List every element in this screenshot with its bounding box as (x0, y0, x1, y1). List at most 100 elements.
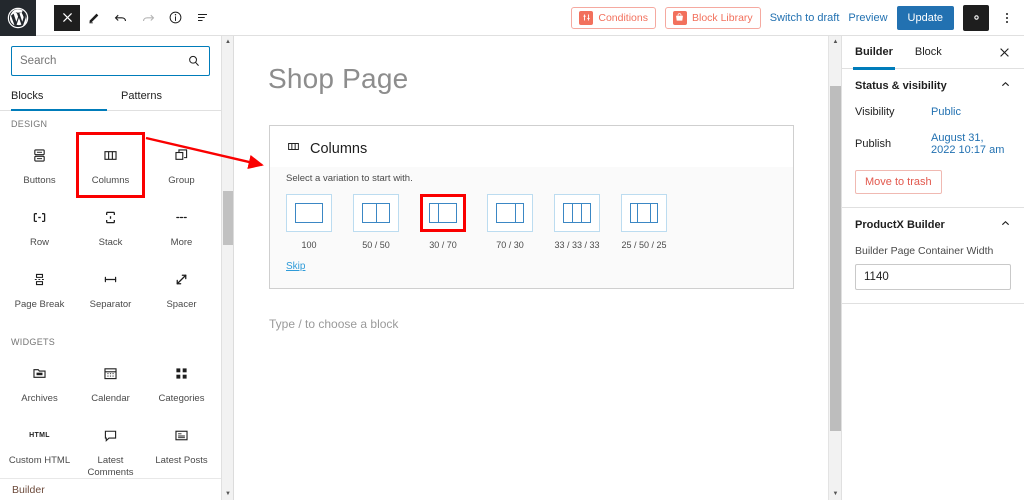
columns-icon (286, 139, 301, 159)
settings-gear-icon[interactable] (963, 4, 989, 31)
block-item-custom-html[interactable]: HTML Custom HTML (4, 413, 75, 487)
wordpress-logo-icon[interactable] (0, 0, 36, 36)
block-item-latest-comments[interactable]: Latest Comments (75, 413, 146, 487)
variation-columns-graphic (496, 203, 524, 223)
editor-scrollbar-thumb[interactable] (830, 86, 841, 431)
block-item-more[interactable]: More (146, 195, 217, 257)
tab-builder-label: Builder (855, 46, 893, 58)
block-label: Separator (89, 299, 132, 310)
tab-block-label: Block (914, 46, 942, 58)
variation-30-70[interactable]: 30 / 70 (420, 194, 466, 250)
variation-columns-graphic (429, 203, 457, 223)
variation-label: 100 (301, 240, 317, 250)
editor-scrollbar[interactable]: ▲ ▼ (828, 36, 841, 500)
publish-value[interactable]: August 31, 2022 10:17 am (931, 132, 1011, 156)
variation-preview (554, 194, 600, 232)
search-box[interactable] (11, 46, 210, 76)
variation-preview-selected (420, 194, 466, 232)
close-sidebar-icon[interactable] (998, 46, 1011, 59)
variation-columns-graphic (295, 203, 323, 223)
close-editor-button[interactable] (54, 4, 80, 31)
variation-list: 100 50 / 50 30 / 70 70 / 30 33 / 33 / 33… (286, 194, 777, 250)
variation-100[interactable]: 100 (286, 194, 332, 250)
block-item-archives[interactable]: Archives (4, 351, 75, 413)
preview-button[interactable]: Preview (848, 12, 887, 24)
calendar-icon (102, 361, 119, 385)
status-visibility-title: Status & visibility (855, 80, 947, 92)
empty-block-placeholder[interactable]: Type / to choose a block (235, 289, 828, 331)
variation-33-33-33[interactable]: 33 / 33 / 33 (554, 194, 600, 250)
undo-button[interactable] (108, 5, 134, 31)
tab-patterns[interactable]: Patterns (121, 84, 162, 110)
variation-columns-graphic (563, 203, 591, 223)
variation-preview (621, 194, 667, 232)
inserter-scrollbar[interactable]: ▲ ▼ (222, 36, 234, 500)
variation-columns-graphic (362, 203, 390, 223)
block-label: Page Break (14, 299, 65, 310)
columns-block-card[interactable]: Columns Select a variation to start with… (269, 125, 794, 289)
editor-canvas: Shop Page Columns Select a variation to … (235, 36, 828, 500)
conditions-label: Conditions (598, 11, 648, 24)
page-title[interactable]: Shop Page (235, 36, 828, 95)
category-design-label: DESIGN (11, 119, 48, 129)
block-label: Custom HTML (8, 455, 71, 466)
design-block-grid: Buttons Columns Group Row Stack More Pag… (0, 133, 221, 319)
variation-preview (487, 194, 533, 232)
update-button[interactable]: Update (896, 5, 954, 30)
block-item-separator[interactable]: Separator (75, 257, 146, 319)
productx-builder-section: ProductX Builder Builder Page Container … (842, 208, 1024, 304)
block-item-latest-posts[interactable]: Latest Posts (146, 413, 217, 487)
tab-builder[interactable]: Builder (853, 36, 895, 70)
inserter-scrollbar-thumb[interactable] (223, 191, 233, 245)
move-to-trash-button[interactable]: Move to trash (855, 170, 942, 194)
tab-blocks[interactable]: Blocks (11, 84, 121, 111)
inserter-tabs: Blocks Patterns (0, 84, 221, 111)
productx-builder-header[interactable]: ProductX Builder (855, 218, 1011, 232)
block-item-stack[interactable]: Stack (75, 195, 146, 257)
tab-block[interactable]: Block (915, 36, 942, 69)
block-item-calendar[interactable]: Calendar (75, 351, 146, 413)
chevron-up-icon[interactable] (1000, 79, 1011, 93)
columns-icon (102, 143, 119, 167)
publish-label: Publish (855, 138, 892, 150)
block-item-group[interactable]: Group (146, 133, 217, 195)
visibility-value[interactable]: Public (931, 106, 961, 118)
categories-grid-icon (173, 361, 190, 385)
search-area (0, 36, 221, 84)
columns-block-title: Columns (310, 141, 368, 157)
redo-button[interactable] (135, 5, 161, 31)
status-visibility-header[interactable]: Status & visibility (855, 79, 1011, 93)
switch-to-draft-button[interactable]: Switch to draft (770, 12, 840, 24)
variation-50-50[interactable]: 50 / 50 (353, 194, 399, 250)
variation-25-50-25[interactable]: 25 / 50 / 25 (621, 194, 667, 250)
edit-mode-button[interactable] (81, 5, 107, 31)
block-item-buttons[interactable]: Buttons (4, 133, 75, 195)
list-view-button[interactable] (189, 5, 215, 31)
block-item-row[interactable]: Row (4, 195, 75, 257)
more-icon (173, 205, 190, 229)
scroll-down-arrow-icon[interactable]: ▼ (222, 488, 234, 500)
block-item-columns[interactable]: Columns (75, 133, 146, 195)
skip-link[interactable]: Skip (286, 261, 305, 272)
variation-label: 33 / 33 / 33 (554, 240, 600, 250)
chevron-up-icon[interactable] (1000, 218, 1011, 232)
more-options-button[interactable] (998, 5, 1016, 31)
block-item-page-break[interactable]: Page Break (4, 257, 75, 319)
variation-70-30[interactable]: 70 / 30 (487, 194, 533, 250)
search-magnifier-icon (187, 54, 209, 68)
variation-label: 70 / 30 (496, 240, 524, 250)
container-width-input[interactable] (855, 264, 1011, 290)
block-library-button[interactable]: Block Library (664, 6, 761, 29)
variation-preview (353, 194, 399, 232)
block-inserter-panel: Blocks Patterns DESIGN Buttons (0, 36, 222, 500)
scroll-up-arrow-icon[interactable]: ▲ (222, 36, 234, 48)
publish-row: Publish August 31, 2022 10:17 am (855, 132, 1011, 156)
conditions-button[interactable]: Conditions (571, 6, 656, 29)
block-label: Buttons (23, 175, 56, 186)
details-button[interactable] (162, 5, 188, 31)
search-input[interactable] (12, 55, 187, 67)
block-item-categories[interactable]: Categories (146, 351, 217, 413)
block-item-spacer[interactable]: Spacer (146, 257, 217, 319)
variation-preview (286, 194, 332, 232)
inserter-footer-builder-label[interactable]: Builder (0, 478, 221, 500)
